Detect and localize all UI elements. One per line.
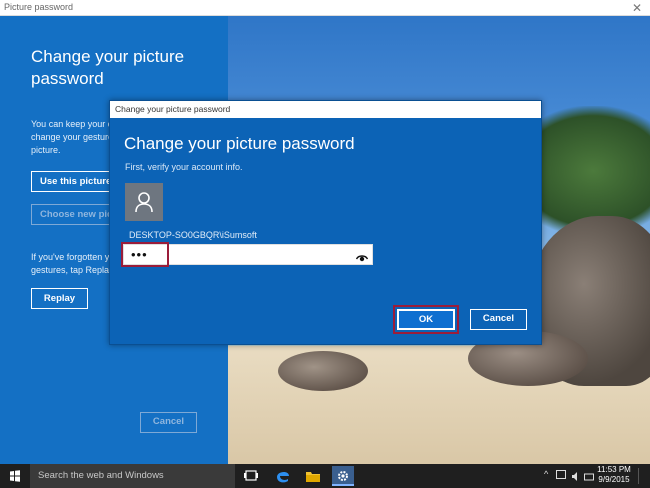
panel-cancel-button[interactable]: Cancel xyxy=(140,412,197,433)
edge-icon[interactable] xyxy=(272,466,294,486)
account-name: DESKTOP-SO0GBQR\iSumsoft xyxy=(129,230,257,240)
window-title: Picture password xyxy=(4,2,74,12)
chevron-up-icon[interactable]: ^ xyxy=(544,469,548,479)
file-explorer-icon[interactable] xyxy=(302,466,324,486)
dialog-titlebar-text: Change your picture password xyxy=(115,104,231,114)
password-highlight xyxy=(121,242,169,267)
search-box[interactable]: Search the web and Windows xyxy=(30,464,235,488)
notification-icon[interactable] xyxy=(638,468,648,484)
picture-password-window: Picture password ✕ Change your picture p… xyxy=(0,0,650,464)
clock-date: 9/9/2015 xyxy=(598,475,630,484)
replay-button[interactable]: Replay xyxy=(31,288,88,309)
window-titlebar: Picture password ✕ xyxy=(0,0,650,16)
windows-start-icon[interactable] xyxy=(0,464,30,488)
search-placeholder: Search the web and Windows xyxy=(38,470,164,481)
verify-dialog: Change your picture password Change your… xyxy=(109,100,542,345)
dialog-heading: Change your picture password xyxy=(124,134,355,153)
user-icon xyxy=(125,183,163,221)
use-this-picture-button[interactable]: Use this picture xyxy=(31,171,111,192)
clock-time: 11:53 PM xyxy=(597,465,631,474)
taskbar-clock[interactable]: 11:53 PM 9/9/2015 xyxy=(594,465,634,485)
taskbar: Search the web and Windows ^ 11:53 PM 9/… xyxy=(0,464,650,488)
network-icon[interactable] xyxy=(556,470,566,479)
dialog-titlebar: Change your picture password xyxy=(110,101,541,118)
settings-icon[interactable] xyxy=(332,466,354,486)
task-view-icon[interactable] xyxy=(240,466,262,486)
volume-icon[interactable] xyxy=(571,469,581,481)
keyboard-icon[interactable] xyxy=(584,469,594,481)
eye-icon[interactable] xyxy=(355,250,369,262)
panel-heading: Change your picture password xyxy=(31,47,185,88)
system-tray: ^ xyxy=(544,464,594,488)
rock xyxy=(278,351,368,391)
cancel-button[interactable]: Cancel xyxy=(470,309,527,330)
ok-button[interactable]: OK xyxy=(397,309,455,330)
choose-new-picture-button[interactable]: Choose new pictu xyxy=(31,204,121,225)
dialog-subtitle: First, verify your account info. xyxy=(125,162,243,172)
close-icon[interactable]: ✕ xyxy=(630,0,644,16)
